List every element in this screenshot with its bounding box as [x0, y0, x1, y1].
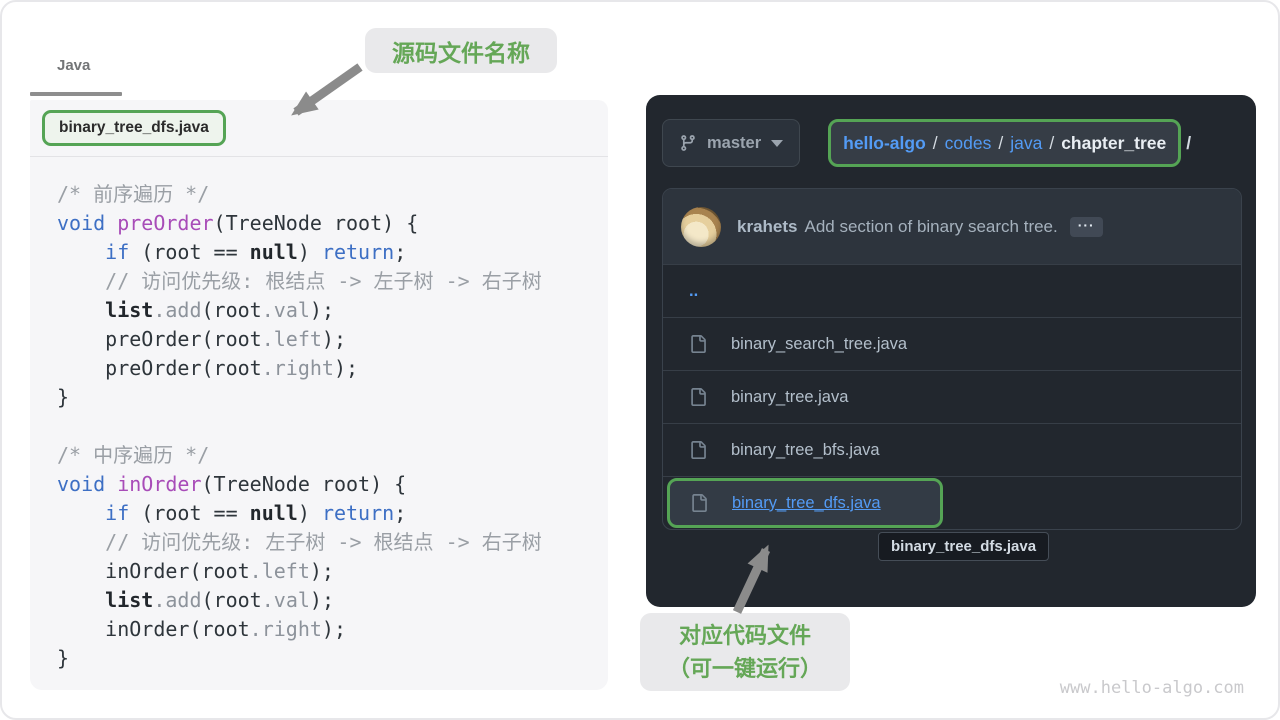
- github-header: master hello-algo / codes / java / chapt…: [662, 118, 1246, 168]
- annotation-text: 源码文件名称: [392, 34, 530, 68]
- code-line: /* 中序遍历 */: [57, 441, 608, 470]
- code-line: }: [57, 383, 608, 412]
- code-line: }: [57, 644, 608, 673]
- file-row[interactable]: binary_tree.java: [663, 370, 1241, 423]
- code-block: /* 前序遍历 */void preOrder(TreeNode root) {…: [30, 157, 608, 673]
- code-line: if (root == null) return;: [57, 499, 608, 528]
- code-line: void inOrder(TreeNode root) {: [57, 470, 608, 499]
- latest-commit-row: krahets Add section of binary search tre…: [663, 189, 1241, 264]
- code-line: if (root == null) return;: [57, 238, 608, 267]
- file-link[interactable]: binary_search_tree.java: [731, 335, 907, 354]
- git-branch-icon: [679, 134, 697, 152]
- breadcrumb-repo-link[interactable]: hello-algo: [843, 133, 926, 154]
- file-icon: [689, 335, 707, 353]
- avatar[interactable]: [681, 207, 721, 247]
- code-line: list.add(root.val);: [57, 586, 608, 615]
- code-line: inOrder(root.left);: [57, 557, 608, 586]
- breadcrumb-dir-codes[interactable]: codes: [945, 133, 992, 154]
- watermark: www.hello-algo.com: [1060, 678, 1244, 698]
- commit-more-button[interactable]: ···: [1070, 217, 1103, 237]
- branch-name: master: [707, 134, 761, 153]
- file-icon: [690, 494, 708, 512]
- breadcrumb-separator: /: [998, 133, 1003, 154]
- code-line: void preOrder(TreeNode root) {: [57, 209, 608, 238]
- code-line: [57, 412, 608, 441]
- code-line: inOrder(root.right);: [57, 615, 608, 644]
- file-row[interactable]: binary_search_tree.java: [663, 317, 1241, 370]
- breadcrumb-trailing-slash: /: [1186, 133, 1191, 154]
- code-line: // 访问优先级: 根结点 -> 左子树 -> 右子树: [57, 267, 608, 296]
- code-line: preOrder(root.right);: [57, 354, 608, 383]
- breadcrumb-separator: /: [933, 133, 938, 154]
- parent-directory-row[interactable]: ..: [663, 264, 1241, 317]
- file-link[interactable]: binary_tree.java: [731, 388, 848, 407]
- file-row-highlighted[interactable]: binary_tree_dfs.java: [663, 476, 1241, 529]
- parent-directory-link[interactable]: ..: [689, 282, 698, 301]
- breadcrumb-dir-java[interactable]: java: [1010, 133, 1042, 154]
- breadcrumb: hello-algo / codes / java / chapter_tree: [828, 119, 1181, 167]
- source-filename-badge: binary_tree_dfs.java: [42, 110, 226, 146]
- code-panel: binary_tree_dfs.java /* 前序遍历 */void preO…: [30, 100, 608, 690]
- tooltip: binary_tree_dfs.java: [878, 532, 1049, 561]
- file-browser-box: krahets Add section of binary search tre…: [662, 188, 1242, 530]
- breadcrumb-current-dir: chapter_tree: [1061, 133, 1166, 154]
- commit-message-link[interactable]: Add section of binary search tree.: [804, 217, 1057, 237]
- tab-active-underline: [30, 92, 122, 96]
- file-row[interactable]: binary_tree_bfs.java: [663, 423, 1241, 476]
- dropdown-caret-icon: [771, 140, 783, 147]
- file-icon: [689, 441, 707, 459]
- code-line: /* 前序遍历 */: [57, 180, 608, 209]
- code-line: // 访问优先级: 左子树 -> 根结点 -> 右子树: [57, 528, 608, 557]
- commit-author-link[interactable]: krahets: [737, 217, 797, 237]
- annotation-text: （可一键运行）: [668, 652, 822, 685]
- annotation-code-file: 对应代码文件 （可一键运行）: [640, 613, 850, 691]
- file-icon: [689, 388, 707, 406]
- annotation-text: 对应代码文件: [679, 619, 811, 652]
- github-panel: master hello-algo / codes / java / chapt…: [646, 95, 1256, 607]
- file-link[interactable]: binary_tree_bfs.java: [731, 441, 880, 460]
- code-line: list.add(root.val);: [57, 296, 608, 325]
- file-link-hovered[interactable]: binary_tree_dfs.java: [732, 494, 881, 513]
- branch-selector-button[interactable]: master: [662, 119, 800, 167]
- breadcrumb-separator: /: [1049, 133, 1054, 154]
- code-line: preOrder(root.left);: [57, 325, 608, 354]
- highlighted-file-outline: binary_tree_dfs.java: [667, 478, 943, 528]
- code-title-row: binary_tree_dfs.java: [30, 100, 608, 157]
- tab-java[interactable]: Java: [57, 57, 90, 74]
- annotation-source-filename: 源码文件名称: [365, 28, 557, 73]
